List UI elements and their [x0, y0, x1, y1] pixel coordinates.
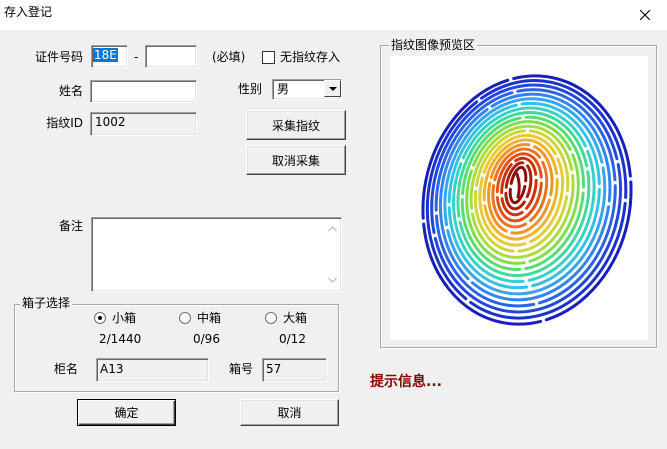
radio-large-box[interactable] [265, 312, 277, 324]
radio-medium-box[interactable] [179, 312, 191, 324]
radio-small-box[interactable] [94, 312, 106, 324]
box-select-group-title: 箱子选择 [20, 296, 73, 310]
name-input[interactable] [90, 80, 197, 103]
fingerprint-id-value: 1002 [95, 115, 126, 129]
fingerprint-id-field: 1002 [90, 112, 197, 136]
large-box-count: 0/12 [279, 332, 306, 346]
id-suffix-input[interactable] [145, 45, 197, 68]
fingerprint-core [515, 172, 521, 199]
ok-button[interactable]: 确定 [77, 399, 176, 426]
radio-medium-box-label[interactable]: 中箱 [197, 311, 221, 325]
chevron-down-icon [328, 86, 337, 91]
no-fingerprint-label[interactable]: 无指纹存入 [280, 50, 340, 64]
cabinet-value: A13 [100, 362, 124, 376]
cancel-capture-button[interactable]: 取消采集 [246, 145, 346, 175]
box-number-label: 箱号 [229, 362, 254, 376]
gender-select[interactable]: 男 [272, 79, 342, 100]
chevron-down-icon [327, 277, 337, 283]
id-prefix-selected-text: 18E [93, 48, 118, 62]
fingerprint-preview-title: 指纹图像预览区 [389, 38, 478, 52]
window-title: 存入登记 [4, 5, 53, 19]
title-bar: 存入登记 [0, 0, 667, 30]
chevron-up-icon [327, 226, 337, 232]
fingerprint-image [390, 56, 648, 340]
hint-message: 提示信息... [370, 374, 442, 390]
id-number-label: 证件号码 [34, 50, 83, 64]
id-prefix-input[interactable]: 18E [91, 45, 128, 68]
radio-dot [98, 316, 102, 320]
gender-dropdown-button[interactable] [324, 80, 341, 97]
fingerprint-id-label: 指纹ID [46, 116, 83, 130]
required-note: (必填) [212, 50, 246, 64]
name-label: 姓名 [58, 84, 83, 98]
id-separator: - [134, 50, 139, 64]
gender-label: 性别 [238, 82, 263, 96]
cancel-button[interactable]: 取消 [240, 399, 339, 426]
radio-large-box-label[interactable]: 大箱 [283, 311, 307, 325]
no-fingerprint-checkbox[interactable] [262, 51, 275, 64]
scroll-up-button[interactable] [324, 221, 340, 237]
remark-label: 备注 [58, 219, 83, 233]
remark-scrollbar[interactable] [324, 219, 340, 290]
cabinet-label: 柜名 [54, 362, 79, 376]
close-button[interactable] [622, 0, 667, 29]
capture-fingerprint-button[interactable]: 采集指纹 [246, 110, 346, 140]
scroll-down-button[interactable] [324, 272, 340, 288]
radio-small-box-label[interactable]: 小箱 [112, 311, 136, 325]
small-box-count: 2/1440 [99, 332, 142, 346]
box-number-value: 57 [266, 362, 282, 376]
remark-textarea[interactable] [91, 217, 342, 292]
close-icon [639, 9, 650, 20]
cabinet-field: A13 [96, 358, 209, 382]
gender-value: 男 [277, 82, 290, 96]
box-number-field: 57 [262, 358, 327, 382]
medium-box-count: 0/96 [193, 332, 220, 346]
